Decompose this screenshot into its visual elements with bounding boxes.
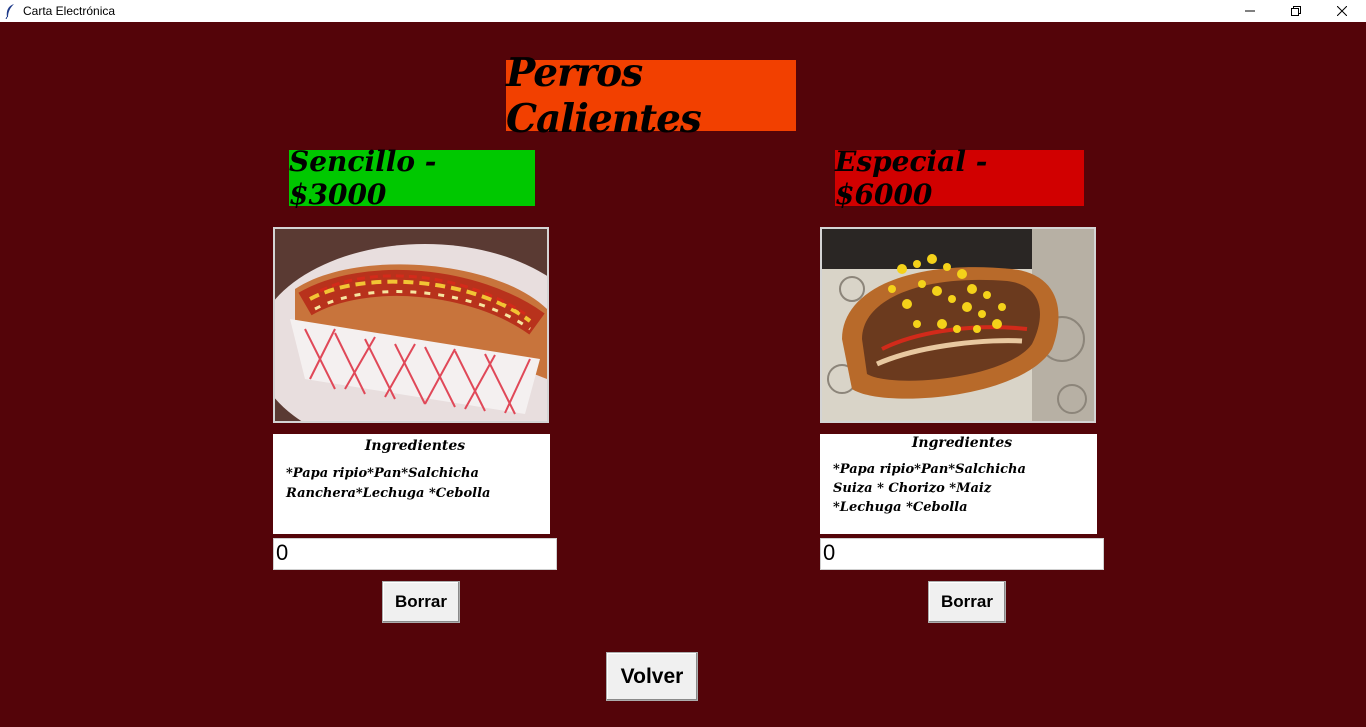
window-titlebar: Carta Electrónica	[0, 0, 1366, 22]
price-tag-sencillo: Sencillo - $3000	[289, 145, 535, 211]
clear-button-especial[interactable]: Borrar	[928, 581, 1006, 623]
minimize-icon	[1245, 6, 1255, 16]
quantity-input-especial[interactable]: 0	[820, 538, 1104, 570]
ingredients-list: *Papa ripio*Pan*Salchicha Ranchera*Lechu…	[286, 466, 491, 501]
restore-button[interactable]	[1273, 0, 1319, 22]
hotdog-sencillo-image	[273, 227, 549, 423]
menu-title: Perros Calientes	[506, 50, 796, 142]
price-tag-especial: Especial - $6000	[835, 145, 1084, 211]
ingredients-card-especial: Ingredientes *Papa ripio*Pan*Salchicha S…	[820, 434, 1097, 534]
minimize-button[interactable]	[1227, 0, 1273, 22]
ingredients-heading: Ingredientes	[911, 435, 1013, 451]
window-title: Carta Electrónica	[23, 4, 116, 18]
close-button[interactable]	[1319, 0, 1365, 22]
back-button[interactable]: Volver	[606, 652, 698, 701]
hotdog-especial-image	[820, 227, 1096, 423]
close-icon	[1337, 6, 1347, 16]
ingredients-card-sencillo: Ingredientes *Papa ripio*Pan*Salchicha R…	[273, 434, 550, 534]
feather-icon	[4, 3, 16, 20]
quantity-input-sencillo[interactable]: 0	[273, 538, 557, 570]
ingredients-list: *Papa ripio*Pan*Salchicha Suiza * Choriz…	[833, 462, 1026, 515]
restore-icon	[1291, 6, 1301, 16]
ingredients-heading: Ingredientes	[364, 438, 466, 454]
clear-button-sencillo[interactable]: Borrar	[382, 581, 460, 623]
